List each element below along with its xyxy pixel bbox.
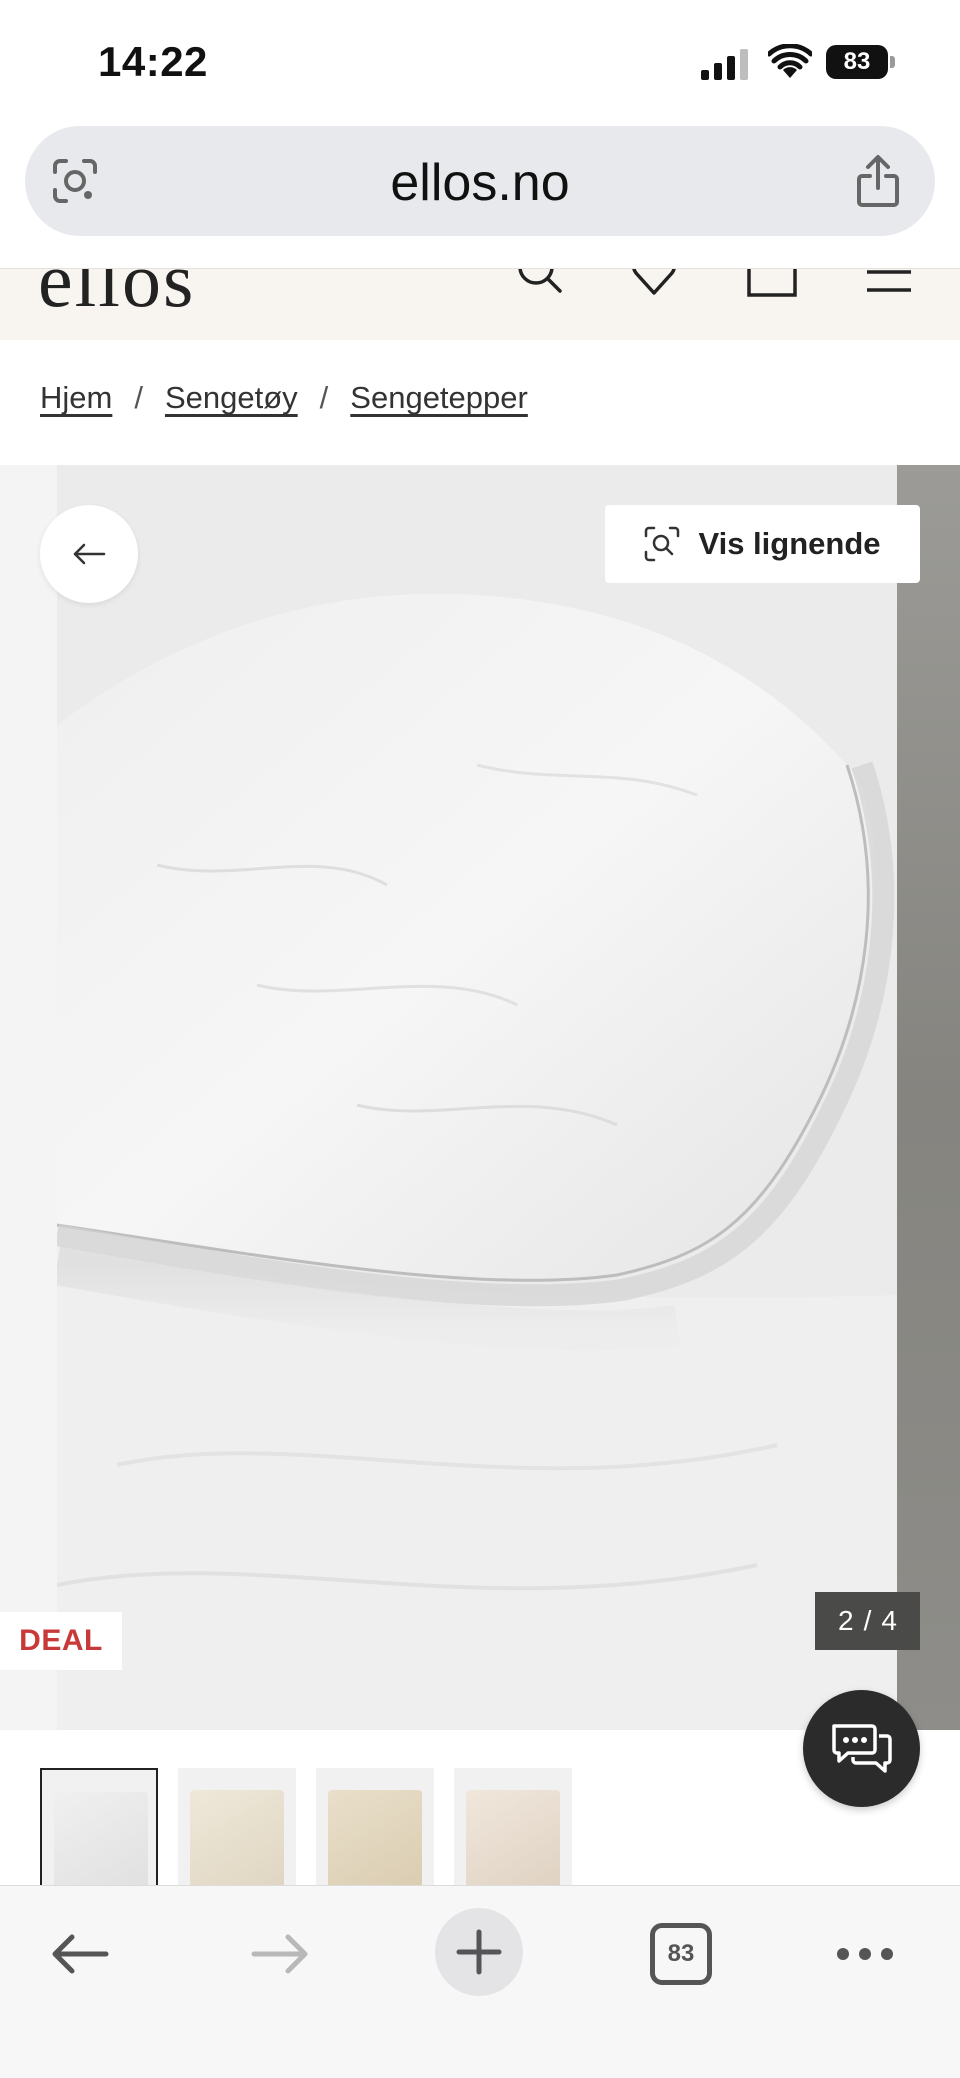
deal-badge: DEAL	[0, 1612, 122, 1670]
chat-button[interactable]	[803, 1690, 920, 1807]
more-icon	[837, 1948, 893, 1960]
menu-icon[interactable]	[864, 268, 914, 297]
product-image[interactable]	[57, 465, 897, 1730]
site-header: ellos	[0, 268, 960, 340]
show-similar-button[interactable]: Vis lignende	[605, 505, 920, 583]
search-icon[interactable]	[514, 268, 564, 297]
bag-icon[interactable]	[746, 268, 798, 297]
browser-toolbar: 83	[0, 1885, 960, 2078]
heart-icon[interactable]	[632, 268, 676, 297]
breadcrumb-home[interactable]: Hjem	[40, 380, 112, 416]
address-bar[interactable]: ellos.no	[25, 126, 935, 236]
back-arrow-icon	[52, 1934, 109, 1974]
breadcrumb-bedding[interactable]: Sengetøy	[165, 380, 298, 416]
browser-back-button[interactable]	[40, 1914, 120, 1994]
site-logo[interactable]: ellos	[38, 269, 195, 325]
share-icon[interactable]	[855, 154, 901, 208]
status-bar: 14:22 83	[0, 0, 960, 122]
battery-tip	[890, 56, 895, 68]
tabs-button[interactable]: 83	[650, 1923, 712, 1985]
plus-icon	[456, 1929, 502, 1975]
battery-indicator: 83	[826, 45, 895, 79]
product-gallery[interactable]: Vis lignende DEAL 2 / 4	[0, 465, 960, 1730]
arrow-left-icon	[73, 543, 106, 565]
more-button[interactable]	[830, 1914, 900, 1994]
status-time: 14:22	[98, 38, 208, 85]
chat-bubbles-icon	[831, 1723, 892, 1773]
image-counter-total: 4	[881, 1605, 897, 1636]
browser-forward-button[interactable]	[240, 1914, 320, 1994]
breadcrumb: Hjem / Sengetøy / Sengetepper	[40, 380, 528, 416]
new-tab-button[interactable]	[435, 1908, 523, 1996]
breadcrumb-separator: /	[319, 380, 329, 415]
next-product-image-peek[interactable]	[897, 465, 960, 1730]
breadcrumb-separator: /	[134, 380, 143, 415]
url-domain[interactable]: ellos.no	[25, 153, 935, 213]
breadcrumb-bedspreads[interactable]: Sengetepper	[350, 380, 528, 416]
image-counter-current: 2	[838, 1605, 854, 1636]
show-similar-label: Vis lignende	[698, 526, 881, 561]
forward-arrow-icon	[251, 1934, 308, 1974]
gallery-back-button[interactable]	[40, 505, 138, 603]
visual-search-icon	[645, 526, 680, 562]
image-counter-separator: /	[863, 1605, 872, 1636]
battery-level: 83	[826, 45, 888, 79]
wifi-icon	[768, 44, 812, 78]
duvet-illustration	[57, 465, 897, 1730]
cellular-signal-icon	[701, 49, 748, 80]
image-counter: 2 / 4	[815, 1592, 920, 1650]
